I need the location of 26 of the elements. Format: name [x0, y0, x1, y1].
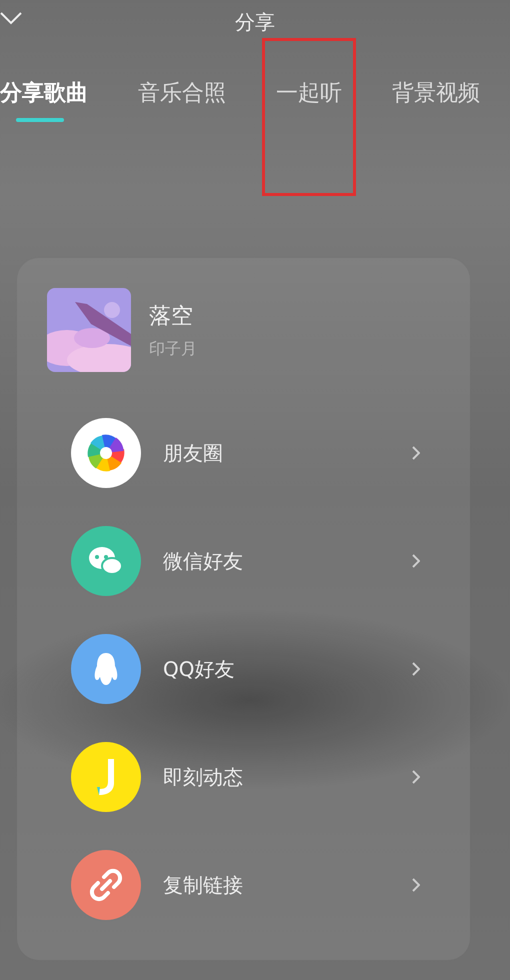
tab[interactable]: 音乐合照 — [138, 78, 226, 110]
share-target-label: 即刻动态 — [163, 764, 244, 790]
share-item[interactable]: 复制链接 — [71, 850, 470, 920]
share-item[interactable]: 朋友圈 — [71, 418, 470, 488]
share-target-label: 朋友圈 — [163, 440, 224, 466]
share-item[interactable]: QQ好友 — [71, 634, 470, 704]
share-target-label: 复制链接 — [163, 872, 244, 898]
share-target-label: QQ好友 — [163, 656, 236, 682]
artist-name: 印子月 — [149, 338, 197, 360]
chevron-icon — [412, 662, 420, 676]
link-icon — [89, 868, 123, 902]
share-item[interactable]: 微信好友 — [71, 526, 470, 596]
penguin-icon — [93, 652, 119, 686]
share-item[interactable]: 即刻动态 — [71, 742, 470, 812]
page-title: 分享 — [235, 8, 275, 36]
tab-indicator — [16, 118, 64, 122]
share-target-label: 微信好友 — [163, 548, 244, 574]
tab[interactable]: 背景视频 — [392, 78, 480, 110]
collapse-icon[interactable] — [0, 12, 22, 26]
chevron-icon — [412, 770, 420, 784]
aperture-icon — [86, 433, 126, 473]
song-title: 落空 — [149, 302, 194, 330]
chevron-icon — [412, 446, 420, 460]
chevron-icon — [412, 554, 420, 568]
tab[interactable]: 一起听 — [276, 78, 342, 110]
chevron-icon — [412, 878, 420, 892]
